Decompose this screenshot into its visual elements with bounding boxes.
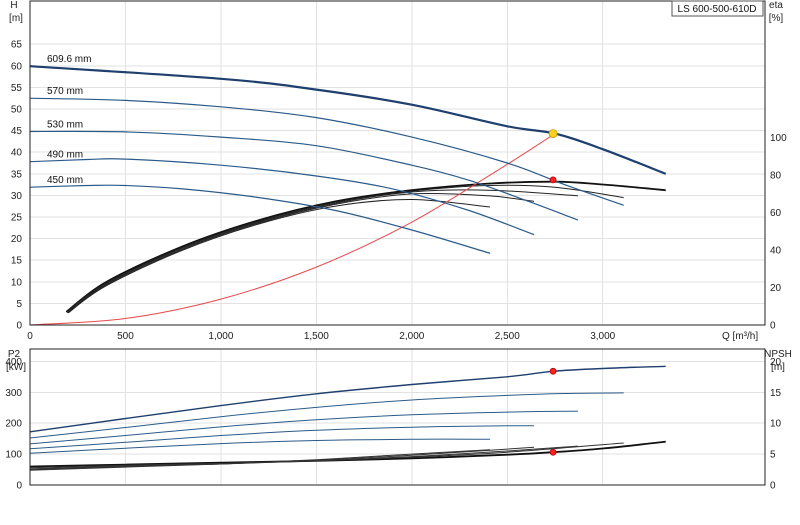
head-y-tick-label: 45 bbox=[11, 126, 23, 137]
npsh-tick-label: 15 bbox=[770, 388, 782, 399]
model-label-box: LS 600-500-610D bbox=[671, 0, 764, 17]
power-curve bbox=[29, 410, 578, 445]
head-axis-unit: [m] bbox=[9, 13, 23, 24]
impeller-diameter-label: 570 mm bbox=[47, 86, 83, 97]
eta-tick-label: 60 bbox=[770, 208, 782, 219]
head-y-tick-label: 20 bbox=[11, 234, 23, 245]
npsh-tick-label: 0 bbox=[770, 481, 776, 492]
head-chart-frame bbox=[29, 0, 766, 326]
x-tick-label: 2,500 bbox=[495, 331, 520, 342]
npsh-axis-title: NPSH bbox=[764, 349, 792, 360]
impeller-diameter-label: 490 mm bbox=[47, 150, 83, 161]
power-y-tick-label: 200 bbox=[5, 419, 22, 430]
head-y-tick-label: 0 bbox=[16, 321, 22, 332]
x-tick-label: 1,500 bbox=[304, 331, 329, 342]
head-y-tick-label: 50 bbox=[11, 105, 23, 116]
power-point-marker bbox=[549, 367, 557, 375]
power-curve bbox=[29, 438, 491, 454]
eta-tick-label: 100 bbox=[770, 133, 787, 144]
pump-curve-svg: 0 500 1,000 1,500 2,000 2,500 3,00005101520253… bbox=[5, 0, 792, 492]
impeller-diameter-label: 530 mm bbox=[47, 119, 83, 130]
chart-markers bbox=[548, 129, 558, 456]
chart-labels: H [m] eta [%] Q [m³/h] P2 [kW] NPSH [m] 609.6 mm 5… bbox=[6, 0, 792, 373]
power-y-tick-label: 300 bbox=[5, 388, 22, 399]
head-y-tick-label: 25 bbox=[11, 213, 23, 224]
duty-point-marker bbox=[548, 129, 558, 139]
head-axis-title: H bbox=[10, 0, 17, 11]
npsh-point-marker bbox=[549, 448, 557, 456]
head-y-tick-label: 55 bbox=[11, 83, 23, 94]
chart-ticks: 0 500 1,000 1,500 2,000 2,500 3,00005101520253… bbox=[5, 40, 787, 492]
x-tick-label: 2,000 bbox=[399, 331, 424, 342]
flow-axis-title: Q [m³/h] bbox=[722, 331, 758, 342]
head-y-tick-label: 60 bbox=[11, 61, 23, 72]
system-curve bbox=[29, 133, 556, 326]
head-y-tick-label: 65 bbox=[11, 40, 23, 51]
npsh-axis-unit: [m] bbox=[771, 362, 785, 373]
eta-axis-unit: [%] bbox=[769, 13, 784, 24]
model-label: LS 600-500-610D bbox=[678, 4, 757, 15]
head-y-tick-label: 10 bbox=[11, 277, 23, 288]
efficiency-curve bbox=[65, 180, 666, 313]
npsh-tick-label: 10 bbox=[770, 419, 782, 430]
head-y-tick-label: 15 bbox=[11, 256, 23, 267]
head-curve bbox=[29, 130, 579, 221]
efficiency-curve bbox=[67, 192, 535, 314]
head-y-tick-label: 35 bbox=[11, 169, 23, 180]
power-y-tick-label: 0 bbox=[16, 481, 22, 492]
impeller-diameter-label: 609.6 mm bbox=[47, 54, 91, 65]
head-curve bbox=[29, 158, 535, 236]
impeller-diameter-label: 450 mm bbox=[47, 175, 83, 186]
eta-tick-label: 0 bbox=[770, 321, 776, 332]
x-tick-label: 500 bbox=[117, 331, 134, 342]
x-tick-label: 1,000 bbox=[208, 331, 233, 342]
pump-curve-figure: 0 500 1,000 1,500 2,000 2,500 3,000 0 5 10 15 20 25 3… bbox=[0, 0, 800, 520]
x-tick-label: 0 bbox=[27, 331, 33, 342]
head-y-tick-label: 40 bbox=[11, 148, 23, 159]
power-axis-title: P2 bbox=[8, 349, 21, 360]
x-tick-label: 3,000 bbox=[590, 331, 615, 342]
power-y-tick-label: 100 bbox=[5, 450, 22, 461]
head-y-tick-label: 30 bbox=[11, 191, 23, 202]
efficiency-point-marker bbox=[549, 176, 557, 184]
eta-axis-title: eta bbox=[769, 0, 783, 11]
npsh-tick-label: 5 bbox=[770, 450, 776, 461]
eta-tick-label: 40 bbox=[770, 246, 782, 257]
head-y-tick-label: 5 bbox=[16, 299, 22, 310]
eta-tick-label: 20 bbox=[770, 283, 782, 294]
power-curve bbox=[29, 392, 624, 439]
power-axis-unit: [kW] bbox=[6, 362, 26, 373]
eta-tick-label: 80 bbox=[770, 171, 782, 182]
head-chart-grid bbox=[30, 1, 765, 325]
